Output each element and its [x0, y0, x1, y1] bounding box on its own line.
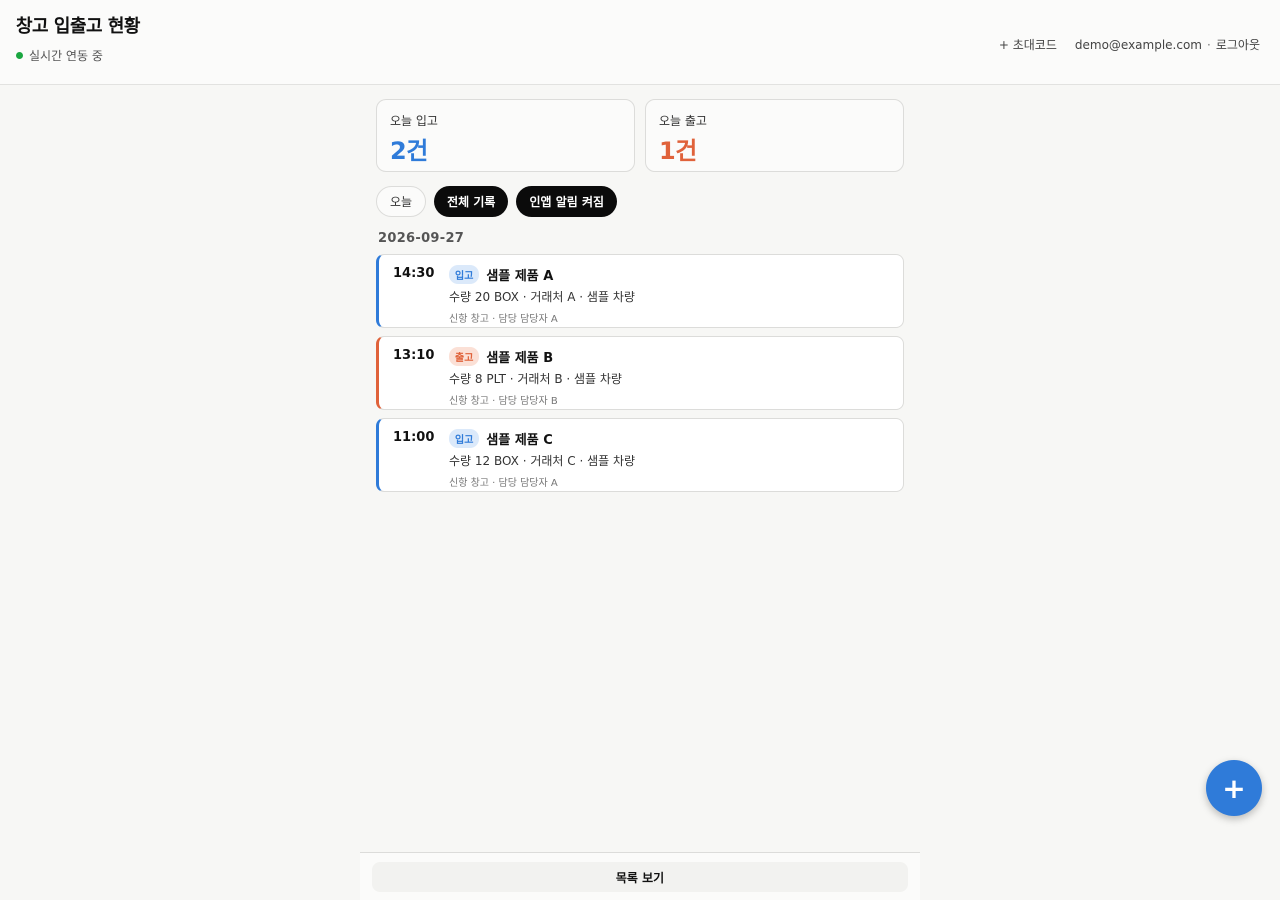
invite-code-button[interactable]: + 초대코드 [999, 36, 1057, 53]
date-heading: 2026-09-27 [378, 231, 465, 246]
filter-today[interactable]: 오늘 [376, 186, 427, 217]
stats-row: 오늘 입고 2건 오늘 출고 1건 [376, 99, 904, 172]
record-head: 출고 샘플 제품 B [449, 347, 622, 366]
live-status-dot-icon [16, 52, 23, 59]
record-detail: 수량 8 PLT · 거래처 B · 샘플 차량 [449, 372, 622, 386]
record-product-name: 샘플 제품 A [486, 269, 554, 284]
stat-card-inbound: 오늘 입고 2건 [376, 99, 635, 172]
record-meta: 신항 창고 · 담당 담당자 A [449, 314, 558, 325]
list-view-button[interactable]: 목록 보기 [372, 862, 908, 892]
record-time: 11:00 [393, 430, 435, 445]
record-time: 14:30 [393, 266, 435, 281]
account-area: + 초대코드 demo@example.com · 로그아웃 [999, 36, 1260, 53]
stat-label-outbound: 오늘 출고 [659, 114, 707, 128]
record-item[interactable]: 14:30 입고 샘플 제품 A 수량 20 BOX · 거래처 A · 샘플 … [376, 254, 904, 328]
bottom-bar: 목록 보기 [360, 852, 920, 900]
record-meta: 신항 창고 · 담당 담당자 A [449, 478, 558, 489]
record-product-name: 샘플 제품 C [486, 433, 553, 448]
stat-value-inbound: 2건 [390, 137, 428, 165]
record-product-name: 샘플 제품 B [486, 351, 554, 366]
record-item[interactable]: 11:00 입고 샘플 제품 C 수량 12 BOX · 거래처 C · 샘플 … [376, 418, 904, 492]
record-head: 입고 샘플 제품 C [449, 429, 635, 448]
live-status-text: 실시간 연동 중 [29, 49, 103, 63]
record-type-badge: 출고 [449, 347, 480, 366]
record-time: 13:10 [393, 348, 435, 363]
stat-card-outbound: 오늘 출고 1건 [645, 99, 904, 172]
record-body: 입고 샘플 제품 C 수량 12 BOX · 거래처 C · 샘플 차량 신항 … [449, 429, 635, 489]
record-list: 14:30 입고 샘플 제품 A 수량 20 BOX · 거래처 A · 샘플 … [376, 254, 904, 492]
record-type-badge: 입고 [449, 265, 480, 284]
live-status: 실시간 연동 중 [16, 47, 103, 64]
in-app-notification-toggle[interactable]: 인앱 알림 켜짐 [516, 186, 618, 217]
record-meta: 신항 창고 · 담당 담당자 B [449, 396, 558, 407]
separator: · [1207, 37, 1211, 52]
record-body: 입고 샘플 제품 A 수량 20 BOX · 거래처 A · 샘플 차량 신항 … [449, 265, 635, 325]
stat-label-inbound: 오늘 입고 [390, 114, 438, 128]
user-email: demo@example.com [1074, 37, 1202, 52]
record-detail: 수량 12 BOX · 거래처 C · 샘플 차량 [449, 454, 636, 468]
add-record-button[interactable]: + [1206, 760, 1262, 816]
logout-link[interactable]: 로그아웃 [1216, 36, 1260, 53]
main-content: 오늘 입고 2건 오늘 출고 1건 오늘 전체 기록 인앱 알림 켜짐 2026… [376, 99, 904, 500]
record-head: 입고 샘플 제품 A [449, 265, 635, 284]
record-body: 출고 샘플 제품 B 수량 8 PLT · 거래처 B · 샘플 차량 신항 창… [449, 347, 622, 407]
filter-bar: 오늘 전체 기록 인앱 알림 켜짐 [376, 186, 904, 217]
filter-all-records[interactable]: 전체 기록 [434, 186, 509, 217]
plus-icon: + [1222, 771, 1246, 805]
record-type-badge: 입고 [449, 429, 480, 448]
page-title: 창고 입출고 현황 [16, 16, 140, 37]
record-detail: 수량 20 BOX · 거래처 A · 샘플 차량 [449, 290, 635, 304]
stat-value-outbound: 1건 [659, 137, 697, 165]
record-item[interactable]: 13:10 출고 샘플 제품 B 수량 8 PLT · 거래처 B · 샘플 차… [376, 336, 904, 410]
top-bar: 창고 입출고 현황 실시간 연동 중 + 초대코드 demo@example.c… [0, 0, 1280, 85]
